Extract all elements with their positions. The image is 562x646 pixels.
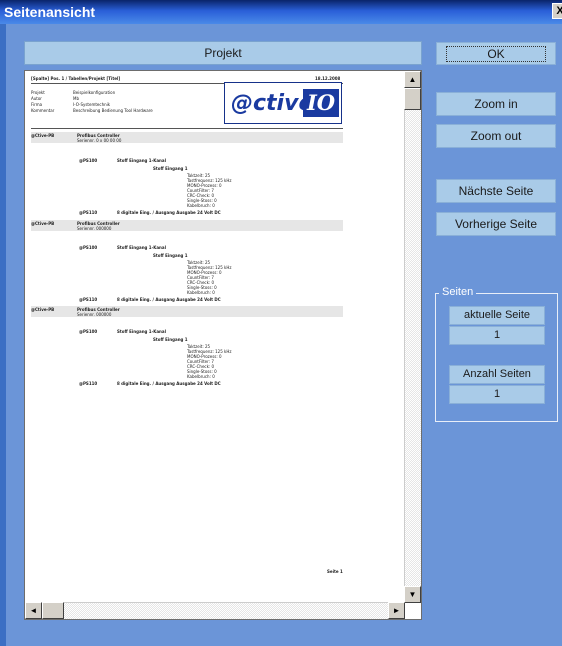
meta-val-firma: I-O-Systemtechnik — [73, 102, 111, 107]
scroll-left-button[interactable]: ◄ — [25, 602, 42, 619]
current-page-label: aktuelle Seite — [449, 306, 545, 325]
total-pages-value: 1 — [449, 385, 545, 404]
preview-page: [Spalte] Pos. 1 / Tabellen/Projekt [Tite… — [27, 73, 399, 599]
row-b-val: Stoff Eingang 1 — [153, 253, 188, 258]
row-a-val: Stoff Eingang 1-Kanal — [117, 158, 166, 163]
row-c-val: 8 digitale Eing. / Ausgang Ausgabe 24 Vo… — [117, 210, 221, 215]
detail-line: Kabelbruch: 0 — [187, 203, 215, 208]
project-header: Projekt — [24, 41, 422, 65]
block-3-head: @Ctive-PB — [31, 307, 55, 312]
logo-prefix: @ctive — [231, 91, 314, 116]
row-a-val: Stoff Eingang 1-Kanal — [117, 329, 166, 334]
meta-val-kommentar: Beschreibung Bedienung Tool Hardware — [73, 108, 153, 113]
row-c-val: 8 digitale Eing. / Ausgang Ausgabe 24 Vo… — [117, 297, 221, 302]
activeio-logo: @ctive IO — [224, 82, 342, 124]
vertical-scrollbar[interactable]: ▲ ▼ — [404, 71, 421, 603]
dialog-client: Projekt [Spalte] Pos. 1 / Tabellen/Proje… — [6, 24, 562, 646]
horizontal-scrollbar[interactable]: ◄ ► — [25, 602, 405, 619]
detail-line: Kabelbruch: 0 — [187, 290, 215, 295]
row-c-val: 8 digitale Eing. / Ausgang Ausgabe 24 Vo… — [117, 381, 221, 386]
row-c-key: @PS110 — [79, 381, 98, 386]
row-a-key: @PS100 — [79, 245, 98, 250]
vertical-scroll-thumb[interactable] — [404, 88, 421, 110]
scroll-down-button[interactable]: ▼ — [404, 586, 421, 603]
print-preview[interactable]: [Spalte] Pos. 1 / Tabellen/Projekt [Tite… — [24, 70, 422, 620]
zoom-in-button[interactable]: Zoom in — [436, 92, 556, 116]
row-a-val: Stoff Eingang 1-Kanal — [117, 245, 166, 250]
window-titlebar: Seitenansicht X — [0, 0, 562, 24]
row-b-val: Stoff Eingang 1 — [153, 166, 188, 171]
scroll-up-button[interactable]: ▲ — [404, 71, 421, 88]
meta-val-autor: Mb — [73, 96, 79, 101]
next-page-button[interactable]: Nächste Seite — [436, 179, 556, 203]
detail-line: Kabelbruch: 0 — [187, 374, 215, 379]
scroll-right-button[interactable]: ► — [388, 602, 405, 619]
zoom-out-button[interactable]: Zoom out — [436, 124, 556, 148]
page-footer: Seite 1 — [327, 569, 343, 574]
ok-button-label: OK — [446, 46, 546, 62]
meta-key-autor: Autor — [31, 96, 42, 101]
window-title: Seitenansicht — [4, 4, 96, 20]
page-header-left: [Spalte] Pos. 1 / Tabellen/Projekt [Tite… — [31, 76, 121, 81]
close-button[interactable]: X — [552, 3, 562, 19]
meta-key-firma: Firma — [31, 102, 43, 107]
total-pages-label: Anzahl Seiten — [449, 365, 545, 384]
logo-suffix: IO — [303, 89, 339, 117]
meta-rule — [31, 128, 343, 129]
block-3-sub: Seriennr. 000000 — [77, 312, 112, 317]
current-page-value: 1 — [449, 326, 545, 345]
row-c-key: @PS110 — [79, 297, 98, 302]
previous-page-button[interactable]: Vorherige Seite — [436, 212, 556, 236]
block-2-sub: Seriennr. 000000 — [77, 226, 112, 231]
row-c-key: @PS110 — [79, 210, 98, 215]
meta-key-projekt: Projekt — [31, 90, 45, 95]
block-2-head: @Ctive-PB — [31, 221, 55, 226]
horizontal-scroll-thumb[interactable] — [42, 602, 64, 619]
pages-group-label: Seiten — [439, 286, 477, 298]
meta-val-projekt: Beispielkonfiguration — [73, 90, 116, 95]
row-a-key: @PS100 — [79, 158, 98, 163]
block-1-head: @Ctive-PB — [31, 133, 55, 138]
meta-key-kommentar: Kommentar — [31, 108, 55, 113]
row-a-key: @PS100 — [79, 329, 98, 334]
ok-button[interactable]: OK — [436, 42, 556, 65]
row-b-val: Stoff Eingang 1 — [153, 337, 188, 342]
page-header-right: 18.12.2008 — [315, 76, 341, 81]
block-1-sub: Seriennr. 0 x 00 00 00 — [77, 138, 122, 143]
